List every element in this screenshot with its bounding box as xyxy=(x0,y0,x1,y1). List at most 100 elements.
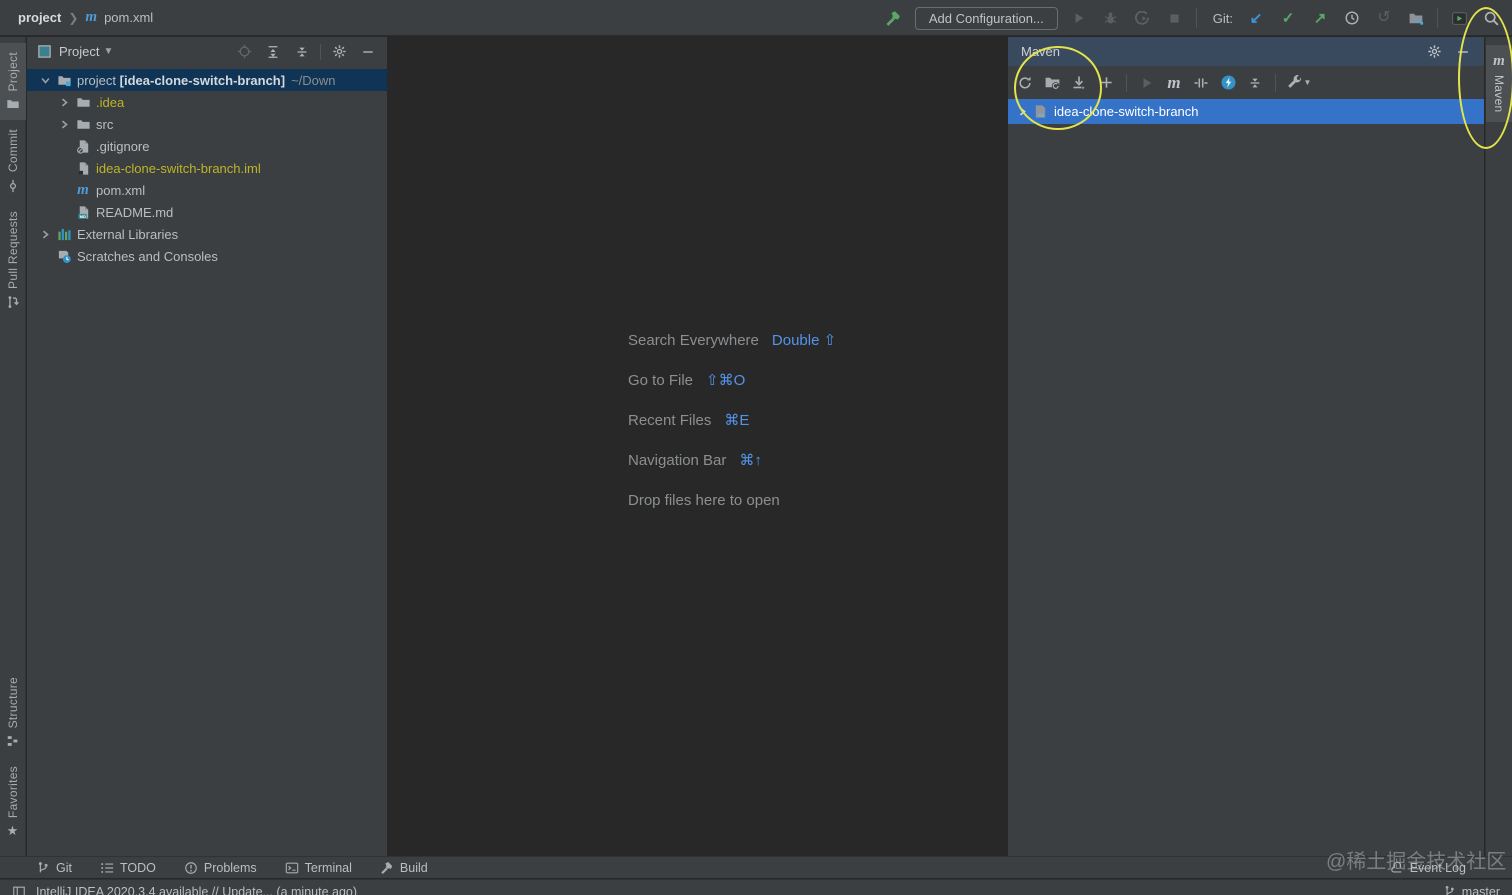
tree-row-project-root[interactable]: project [idea-clone-switch-branch] ~/Dow… xyxy=(27,69,387,91)
tree-row-gitignore[interactable]: .gitignore xyxy=(27,135,387,157)
maven-settings-button[interactable]: ▼ xyxy=(1285,72,1313,94)
debug-button[interactable] xyxy=(1100,7,1122,29)
download-sources-button[interactable] xyxy=(1068,72,1090,94)
run-anything-button[interactable] xyxy=(1448,7,1470,29)
editor-area[interactable]: Search Everywhere Double ⇧ Go to File ⇧⌘… xyxy=(389,37,1006,856)
hammer-icon xyxy=(886,10,901,26)
run-maven-build-button[interactable] xyxy=(1136,72,1158,94)
project-settings-button[interactable] xyxy=(328,41,350,63)
tree-row-external-libraries[interactable]: External Libraries xyxy=(27,223,387,245)
rollback-icon: ↺ xyxy=(1377,9,1391,26)
ignored-file-icon xyxy=(74,139,92,154)
git-update-button[interactable]: ↙ xyxy=(1245,7,1267,29)
status-message[interactable]: IntelliJ IDEA 2020.3.4 available // Upda… xyxy=(36,885,357,895)
build-tab-label: Build xyxy=(399,860,428,875)
expand-all-button[interactable] xyxy=(262,41,284,63)
toggle-offline-mode-button[interactable] xyxy=(1217,72,1239,94)
tool-window-problems[interactable]: Problems xyxy=(184,861,257,875)
search-everywhere-button[interactable] xyxy=(1480,7,1502,29)
toolbar-divider xyxy=(1195,8,1197,28)
project-panel-title[interactable]: Project xyxy=(59,44,99,59)
git-branch-icon xyxy=(38,861,48,872)
shortcut-keys: ⌘↑ xyxy=(739,452,762,469)
tree-row-src[interactable]: src xyxy=(27,113,387,135)
execute-maven-goal-button[interactable]: m xyxy=(1163,72,1185,94)
tree-label: project xyxy=(77,72,117,88)
tree-row-pom[interactable]: m pom.xml xyxy=(27,179,387,201)
chevron-collapsed-icon[interactable] xyxy=(55,98,74,107)
locate-file-button[interactable] xyxy=(233,41,255,63)
target-icon xyxy=(237,44,251,59)
todo-tab-label: TODO xyxy=(119,860,156,875)
reimport-maven-button[interactable] xyxy=(1014,72,1036,94)
folders-icon xyxy=(1409,13,1423,25)
run-button[interactable] xyxy=(1068,7,1090,29)
chevron-expanded-icon[interactable] xyxy=(36,76,55,85)
maven-file-icon: m xyxy=(77,181,89,198)
sidebar-item-structure[interactable]: Structure xyxy=(0,668,26,757)
toggle-skip-tests-button[interactable] xyxy=(1190,72,1212,94)
sidebar-item-commit[interactable]: Commit xyxy=(0,120,26,201)
git-branch-icon xyxy=(1445,886,1454,895)
maven-collapse-all-button[interactable] xyxy=(1244,72,1266,94)
collapse-all-button[interactable] xyxy=(291,41,313,63)
tool-window-todo[interactable]: TODO xyxy=(100,861,156,875)
tree-row-iml[interactable]: idea-clone-switch-branch.iml xyxy=(27,157,387,179)
git-branch-widget[interactable]: master xyxy=(1443,885,1500,895)
tree-label: Scratches and Consoles xyxy=(77,248,218,264)
maven-project-row[interactable]: m idea-clone-switch-branch xyxy=(1008,99,1484,124)
chevron-collapsed-icon[interactable] xyxy=(1013,107,1031,116)
collapse-all-icon xyxy=(297,47,307,56)
local-history-button[interactable] xyxy=(1341,7,1363,29)
hide-maven-panel-button[interactable] xyxy=(1452,41,1474,63)
tool-window-event-log[interactable]: Event Log xyxy=(1390,861,1466,875)
git-push-button[interactable]: ↗ xyxy=(1309,7,1331,29)
folder-icon xyxy=(74,117,92,132)
tree-row-idea[interactable]: .idea xyxy=(27,91,387,113)
shortcut-label: Navigation Bar xyxy=(628,451,727,469)
tool-window-build[interactable]: Build xyxy=(380,861,428,875)
chevron-collapsed-icon[interactable] xyxy=(55,120,74,129)
sidebar-item-pull-requests[interactable]: Pull Requests xyxy=(0,202,26,318)
chevron-down-icon[interactable]: ▼ xyxy=(103,46,113,57)
branch-name: master xyxy=(1461,884,1500,895)
intellij-idea-window: project ❯ m pom.xml Add Configuration... xyxy=(0,0,1512,895)
panel-header-divider xyxy=(320,43,321,60)
breadcrumb-project[interactable]: project xyxy=(18,10,61,25)
profile-button[interactable] xyxy=(1132,7,1154,29)
tree-row-readme[interactable]: MD README.md xyxy=(27,201,387,223)
run-icon xyxy=(1143,77,1152,88)
clock-icon xyxy=(1345,11,1359,25)
left-tool-window-stripe: Project Commit Pull Requests Structure F… xyxy=(0,37,26,856)
tool-window-git[interactable]: Git xyxy=(36,861,72,875)
event-log-label: Event Log xyxy=(1409,860,1466,875)
project-structure-button[interactable] xyxy=(1405,7,1427,29)
sidebar-item-favorites[interactable]: Favorites ★ xyxy=(0,757,26,846)
skip-tests-icon xyxy=(1194,78,1208,87)
maven-panel-title[interactable]: Maven xyxy=(1021,44,1060,59)
git-commit-button[interactable]: ✓ xyxy=(1277,7,1299,29)
build-project-button[interactable] xyxy=(883,7,905,29)
chevron-collapsed-icon[interactable] xyxy=(36,230,55,239)
tree-row-scratches[interactable]: Scratches and Consoles xyxy=(27,245,387,267)
rollback-button[interactable]: ↺ xyxy=(1373,7,1395,29)
add-configuration-button[interactable]: Add Configuration... xyxy=(914,6,1058,30)
generate-sources-button[interactable] xyxy=(1041,72,1063,94)
hide-project-panel-button[interactable] xyxy=(357,41,379,63)
stop-button[interactable] xyxy=(1164,7,1186,29)
pull-requests-stripe-label: Pull Requests xyxy=(5,210,20,289)
offline-mode-icon xyxy=(1220,75,1236,90)
toolbar-divider xyxy=(1437,8,1438,28)
tool-window-terminal[interactable]: Terminal xyxy=(285,861,352,875)
tree-label: External Libraries xyxy=(77,226,179,242)
maven-header-settings-button[interactable] xyxy=(1423,41,1445,63)
breadcrumb-file[interactable]: pom.xml xyxy=(104,10,153,25)
sidebar-item-project[interactable]: Project xyxy=(0,43,26,121)
maven-stripe-label: Maven xyxy=(1492,75,1506,113)
tool-window-switcher-icon[interactable] xyxy=(12,885,26,895)
gear-icon xyxy=(1427,45,1441,58)
structure-icon xyxy=(7,736,17,746)
add-maven-project-button[interactable] xyxy=(1095,72,1117,94)
sidebar-item-maven[interactable]: m Maven xyxy=(1486,45,1512,122)
maven-tool-window: Maven m ▼ m idea-clone-switch-branch xyxy=(1007,37,1484,856)
